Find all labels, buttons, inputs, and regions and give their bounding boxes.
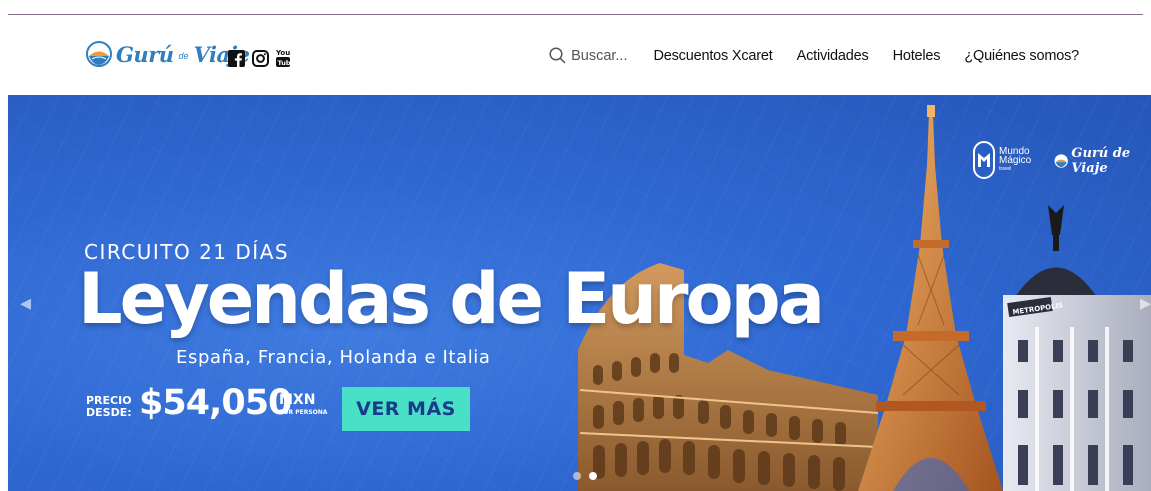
svg-text:Tube: Tube: [278, 59, 291, 67]
search-box[interactable]: Buscar...: [549, 47, 628, 64]
mundo-magico-line3: travel: [999, 165, 1012, 172]
carousel-dot-2[interactable]: [589, 472, 597, 480]
main-nav: Buscar... Descuentos Xcaret Actividades …: [549, 47, 1079, 64]
carousel-prev-arrow-icon[interactable]: ◂: [20, 290, 31, 316]
carousel-dot-1[interactable]: [573, 472, 581, 480]
svg-text:You: You: [276, 49, 290, 57]
price-label-line2: DESDE:: [86, 406, 132, 419]
hero-title: Leyendas de Europa: [78, 258, 825, 340]
search-icon: [549, 47, 566, 64]
nav-link-descuentos-xcaret[interactable]: Descuentos Xcaret: [654, 48, 773, 64]
carousel-dots: [573, 472, 597, 480]
logo-sun-icon: [86, 41, 112, 67]
instagram-icon[interactable]: [252, 49, 269, 67]
nav-link-quienes-somos[interactable]: ¿Quiénes somos?: [964, 48, 1079, 64]
partner-logo-guru-text: Gurú de Viaje: [1071, 146, 1131, 176]
search-placeholder: Buscar...: [571, 47, 628, 64]
hero-subtitle: España, Francia, Holanda e Italia: [176, 347, 491, 368]
facebook-icon[interactable]: [228, 49, 245, 67]
nav-link-hoteles[interactable]: Hoteles: [893, 48, 941, 64]
mundo-magico-line2: Mágico: [999, 154, 1032, 166]
logo-text-main: Gurú: [116, 41, 174, 67]
nav-link-actividades[interactable]: Actividades: [797, 48, 869, 64]
price-label: PRECIO DESDE:: [86, 395, 132, 419]
ver-mas-button[interactable]: VER MÁS: [342, 387, 470, 431]
partner-logo-guru-de-viaje: Gurú de Viaje: [1054, 146, 1151, 176]
social-links: You Tube: [228, 48, 290, 68]
metropolis-building-illustration: METROPOLIS: [1003, 205, 1151, 491]
partner-logo-mundo-magico: Mundo Mágico travel: [973, 141, 1031, 179]
youtube-icon[interactable]: You Tube: [276, 48, 290, 68]
site-header: Gurú de Viaje You Tube Buscar... Descuent…: [0, 15, 1151, 95]
site-logo[interactable]: Gurú de Viaje: [86, 41, 250, 67]
logo-text-small: de: [178, 51, 189, 61]
price-currency: MXN: [279, 392, 316, 408]
price-per-person: POR PERSONA: [279, 409, 328, 416]
hero-banner[interactable]: METROPOLIS Mundo Mágico travel Gurú de V…: [8, 95, 1151, 491]
price-value: $54,050: [139, 383, 292, 423]
mundo-magico-icon: [973, 141, 995, 179]
carousel-next-arrow-icon[interactable]: ▸: [1140, 290, 1151, 316]
logo-sun-icon-small: [1054, 154, 1068, 168]
